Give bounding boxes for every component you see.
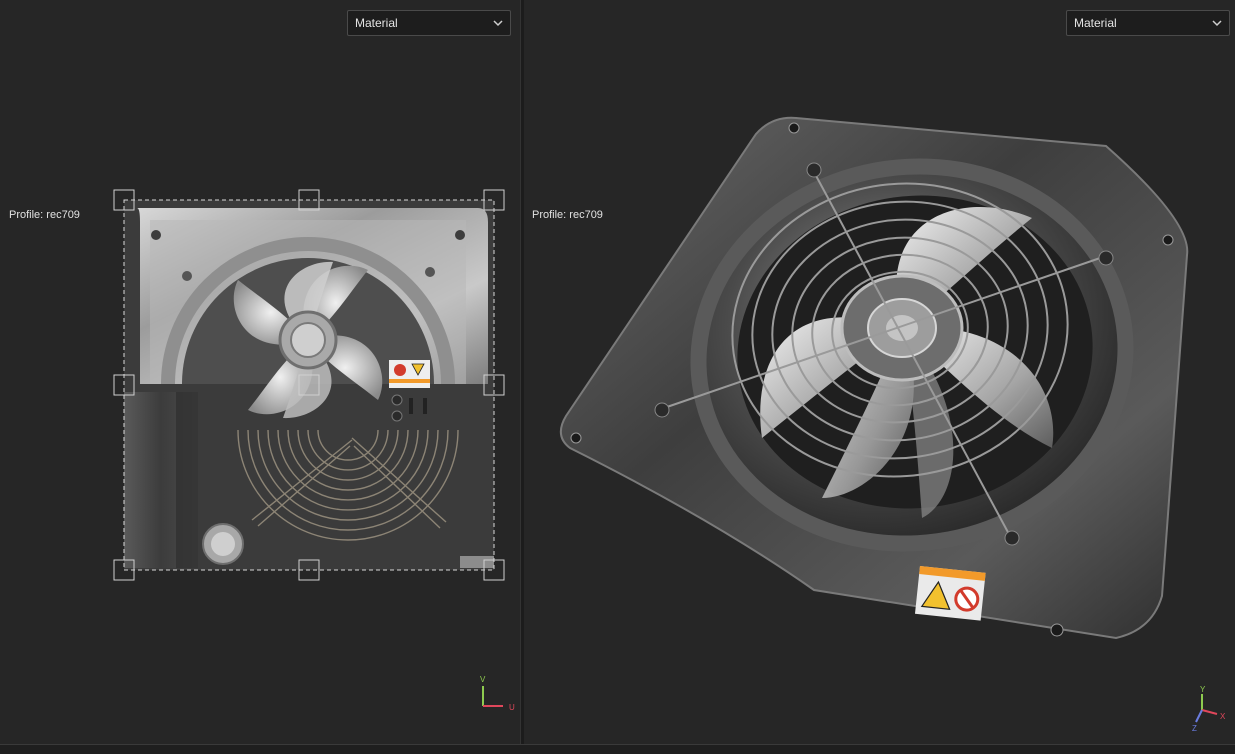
- x-axis-label: X: [1220, 712, 1226, 721]
- chevron-down-icon: [1212, 20, 1222, 27]
- fan-model: [559, 116, 1189, 640]
- screw-hole: [182, 271, 192, 281]
- mount-hole: [1050, 623, 1064, 637]
- warning-label-3d: [914, 566, 986, 621]
- display-mode-value: Material: [355, 16, 398, 30]
- u-axis-label: U: [509, 703, 515, 712]
- z-axis: [1195, 709, 1203, 723]
- mount-hole: [1162, 234, 1174, 246]
- display-mode-select-2d[interactable]: Material: [347, 10, 511, 36]
- v-axis-label: V: [480, 675, 486, 684]
- model-canvas-3d[interactable]: [524, 0, 1235, 744]
- warning-label-2d: [389, 360, 430, 388]
- mount-hole: [570, 432, 582, 444]
- grille-bolt: [654, 402, 670, 418]
- color-profile-label: Profile: rec709: [532, 209, 603, 221]
- screw-hole: [151, 230, 161, 240]
- texture-atlas: [124, 200, 494, 570]
- display-mode-value: Material: [1074, 16, 1117, 30]
- color-profile-label: Profile: rec709: [9, 209, 80, 221]
- bottom-panel-edge: [0, 744, 1235, 754]
- grille-bolt: [1098, 250, 1114, 266]
- screw-hole: [425, 267, 435, 277]
- bolt-uv: [391, 394, 403, 406]
- mount-hole: [788, 122, 800, 134]
- grille-bolt: [806, 162, 822, 178]
- xyz-axis-gizmo: Y X Z: [1192, 685, 1226, 733]
- bolt-uv: [391, 410, 403, 422]
- viewport-2d[interactable]: Material Profile: rec709 V U: [0, 0, 520, 744]
- chevron-down-icon: [493, 20, 503, 27]
- y-axis-label: Y: [1200, 685, 1206, 694]
- no-touch-icon: [394, 364, 406, 376]
- x-axis: [1201, 709, 1218, 715]
- z-axis-label: Z: [1192, 724, 1197, 733]
- grille-bolt: [1004, 530, 1020, 546]
- screw-hole: [455, 230, 465, 240]
- viewport-3d[interactable]: Material Profile: rec709 Y X Z: [524, 0, 1235, 744]
- display-mode-select-3d[interactable]: Material: [1066, 10, 1230, 36]
- uv-axis-gizmo: V U: [480, 675, 515, 712]
- texture-canvas-2d[interactable]: [0, 0, 520, 744]
